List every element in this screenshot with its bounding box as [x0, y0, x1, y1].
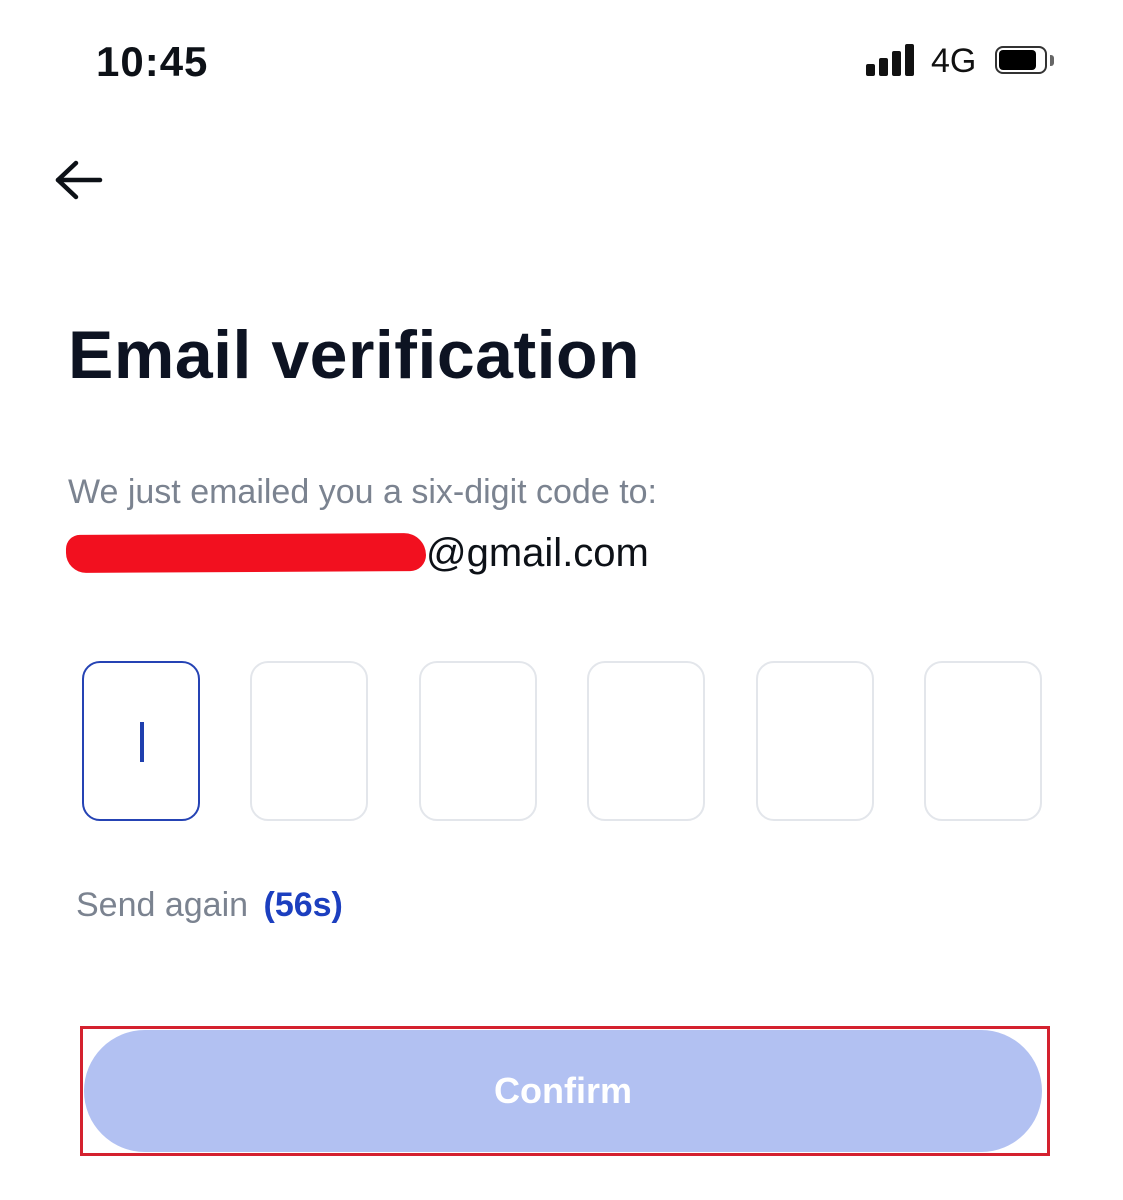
email-domain: @gmail.com	[426, 530, 649, 575]
subtitle: We just emailed you a six-digit code to:	[68, 473, 657, 511]
network-type: 4G	[931, 42, 977, 80]
code-digit-box-3[interactable]	[419, 661, 537, 821]
back-button[interactable]	[52, 155, 108, 205]
page-title: Email verification	[68, 317, 641, 393]
text-caret	[140, 722, 144, 762]
code-digit-box-6[interactable]	[924, 661, 1042, 821]
email-address: @gmail.com	[65, 528, 649, 578]
resend-row: Send again (56s)	[76, 886, 343, 925]
send-again-label[interactable]: Send again	[76, 886, 248, 924]
status-time: 10:45	[96, 38, 209, 85]
redaction-mark	[65, 533, 427, 573]
status-bar: 10:45 4G	[0, 0, 1123, 110]
battery-icon	[995, 46, 1054, 76]
confirm-button[interactable]: Confirm	[84, 1030, 1042, 1152]
code-digit-box-2[interactable]	[250, 661, 368, 821]
arrow-left-icon	[55, 160, 103, 200]
code-digit-box-1[interactable]	[82, 661, 200, 821]
verification-code-input	[82, 661, 1043, 821]
code-digit-box-5[interactable]	[756, 661, 874, 821]
resend-countdown: (56s)	[263, 886, 343, 924]
cellular-signal-icon	[866, 44, 916, 76]
code-digit-box-4[interactable]	[587, 661, 705, 821]
